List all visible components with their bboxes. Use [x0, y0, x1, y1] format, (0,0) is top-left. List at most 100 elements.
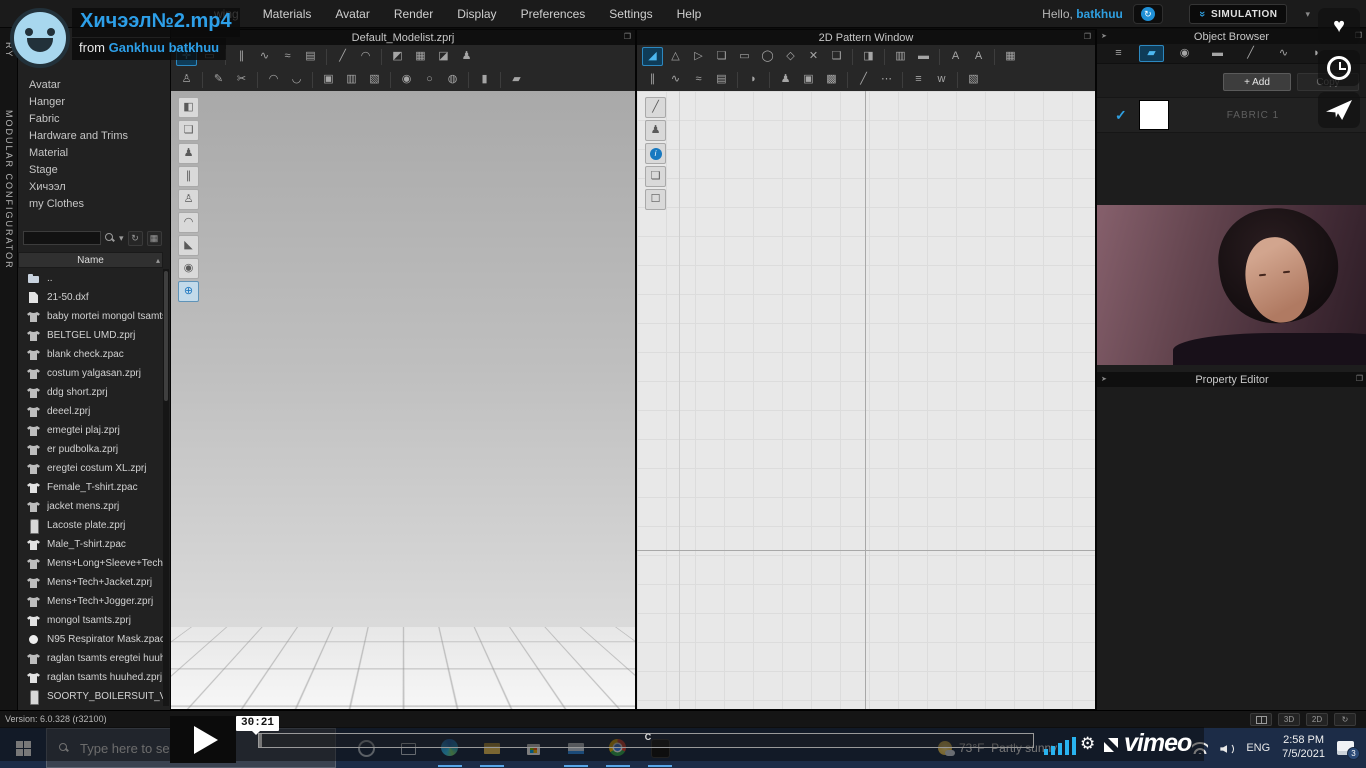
file-row[interactable]: Male_T-shirt.zpac	[18, 535, 163, 554]
popout-window-icon[interactable]: ❐	[1084, 32, 1091, 41]
cloud-sync-button[interactable]: ↻	[1133, 4, 1163, 24]
arrange-tool[interactable]: ◩	[387, 47, 408, 66]
file-row[interactable]: mongol tsamts.zprj	[18, 611, 163, 630]
speaker-icon[interactable]	[1220, 742, 1234, 754]
show-avatar-toggle[interactable]: ♙	[178, 189, 199, 210]
shirring-tool[interactable]: w	[931, 70, 952, 89]
lib-cat-avatar[interactable]: Avatar	[18, 76, 170, 93]
render-style-toggle[interactable]: ◧	[178, 97, 199, 118]
library-scrollbar[interactable]	[163, 269, 169, 706]
sewing-tool-2d[interactable]: ∥	[642, 70, 663, 89]
show-fit-map-toggle[interactable]: ♟	[178, 143, 199, 164]
free-sewing-tool[interactable]: ∿	[254, 47, 275, 66]
pleats-tool[interactable]: ◠	[263, 70, 284, 89]
menu-help[interactable]: Help	[677, 7, 702, 21]
flattening-tool[interactable]: ◡	[286, 70, 307, 89]
rectangle-tool[interactable]: ▭	[734, 47, 755, 66]
menu-avatar[interactable]: Avatar	[335, 7, 369, 21]
file-row[interactable]: raglan tsamts eregtei huuhed.	[18, 649, 163, 668]
pattern-outline-tool[interactable]: ❑	[826, 47, 847, 66]
edit-topstitch-tool[interactable]: ⋯	[876, 70, 897, 89]
lib-cat-hardware-and-trims[interactable]: Hardware and Trims	[18, 127, 170, 144]
fold-arrangement-tool[interactable]: ◪	[433, 47, 454, 66]
simulation-button[interactable]: » SIMULATION	[1189, 4, 1288, 24]
library-search-input[interactable]	[23, 231, 101, 245]
file-row[interactable]: er pudbolka.zprj	[18, 440, 163, 459]
menu-preferences[interactable]: Preferences	[521, 7, 586, 21]
taskbar-clock[interactable]: 2:58 PM 7/5/2021	[1282, 734, 1325, 762]
show-garment-2d-toggle[interactable]: ♟	[645, 120, 666, 141]
fullscreen-icon[interactable]	[1104, 738, 1118, 752]
video-title[interactable]: Хичээл№2.mp4	[80, 10, 232, 32]
button-tool[interactable]: ◉	[396, 70, 417, 89]
file-row[interactable]: Mens+Tech+Jogger.zprj	[18, 592, 163, 611]
file-row[interactable]: baby mortei mongol tsamts.zp	[18, 307, 163, 326]
tab-topstitch[interactable]: ▬	[1205, 45, 1230, 62]
menu-display[interactable]: Display	[457, 7, 496, 21]
sewing-machine-tool-2d[interactable]: ▤	[711, 70, 732, 89]
file-parent-dir[interactable]: ..	[18, 269, 163, 288]
lock-pattern-toggle[interactable]: ☐	[645, 189, 666, 210]
pattern-text-tool[interactable]: A	[968, 47, 989, 66]
file-row[interactable]: eregtei costum XL.zprj	[18, 459, 163, 478]
show-cloth-texture-toggle[interactable]: ◣	[178, 235, 199, 256]
video-author-link[interactable]: Gankhuu batkhuu	[109, 40, 220, 55]
show-sewing-toggle[interactable]: ∥	[178, 166, 199, 187]
action-center-icon[interactable]: 3	[1337, 741, 1354, 755]
tack-on-avatar-tool[interactable]: ✎	[208, 70, 229, 89]
viewport-2d[interactable]	[637, 91, 1095, 709]
pattern-annotation-tool[interactable]: A	[945, 47, 966, 66]
file-row[interactable]: 21-50.dxf	[18, 288, 163, 307]
tab-puckering[interactable]: ∿	[1271, 45, 1296, 62]
share-button[interactable]	[1318, 92, 1360, 128]
lib-cat-khicheel[interactable]: Хичээл	[18, 178, 170, 195]
file-row[interactable]: BELTGEL UMD.zprj	[18, 326, 163, 345]
player-settings-gear-icon[interactable]: ⚙	[1080, 734, 1095, 754]
file-row[interactable]: deeel.zprj	[18, 402, 163, 421]
fabric-color-tool[interactable]: ▣	[798, 70, 819, 89]
modular-configurator-tab[interactable]: MODULAR CONFIGURATOR	[4, 110, 14, 270]
name-column-header[interactable]: Name ▴	[18, 252, 163, 268]
zipper-tool[interactable]: ▮	[474, 70, 495, 89]
fasten-button-tool[interactable]: ◍	[442, 70, 463, 89]
pin-tool[interactable]: ╱	[332, 47, 353, 66]
popout-window-icon[interactable]: ❐	[1356, 374, 1363, 383]
tack-brush-tool[interactable]: ✂	[231, 70, 252, 89]
show-garment-fit-tool[interactable]: ♟	[775, 70, 796, 89]
fit-to-avatar-tool[interactable]: ♟	[456, 47, 477, 66]
search-filter-caret-icon[interactable]: ▾	[119, 233, 124, 244]
tab-stitch[interactable]: ╱	[1238, 45, 1263, 62]
menu-render[interactable]: Render	[394, 7, 433, 21]
transform-pattern-tool[interactable]: ◢	[642, 47, 663, 66]
show-info-toggle[interactable]: i	[645, 143, 666, 164]
pen-tablet-tool[interactable]: ╱	[645, 97, 666, 118]
lib-cat-my-clothes[interactable]: my Clothes	[18, 195, 170, 212]
vimeo-logo[interactable]: vimeo	[1124, 729, 1191, 758]
dock-arrow-icon[interactable]: ➤	[1101, 375, 1107, 383]
file-row[interactable]: Female_T-shirt.zpac	[18, 478, 163, 497]
sewing-machine-tool[interactable]: ▤	[300, 47, 321, 66]
steam-iron-tool[interactable]: ◗	[743, 70, 764, 89]
lib-cat-material[interactable]: Material	[18, 144, 170, 161]
play-button[interactable]	[170, 716, 236, 763]
arrangement-points-tool[interactable]: ▦	[410, 47, 431, 66]
uploader-avatar[interactable]	[10, 8, 70, 68]
grading-tool[interactable]: ▦	[1000, 47, 1021, 66]
watch-later-button[interactable]	[1318, 50, 1360, 86]
file-row[interactable]: Mens+Tech+Jacket.zprj	[18, 573, 163, 592]
file-row[interactable]: blank check.zpac	[18, 345, 163, 364]
show-environment-globe-toggle[interactable]: ⊕	[178, 281, 199, 302]
fabric-tile-tool[interactable]: ▩	[821, 70, 842, 89]
volume-control[interactable]	[1044, 736, 1076, 755]
polygon-tool[interactable]: ❏	[711, 47, 732, 66]
view-2d-button[interactable]: 2D	[1306, 713, 1328, 726]
show-arrangement-toggle[interactable]: ◠	[178, 212, 199, 233]
file-row[interactable]: emegtei plaj.zprj	[18, 421, 163, 440]
file-row[interactable]: Mens+Long+Sleeve+Tech+T-	[18, 554, 163, 573]
tab-button[interactable]: ◉	[1172, 45, 1197, 62]
view-3d-button[interactable]: 3D	[1278, 713, 1300, 726]
edit-point-tool[interactable]: ▷	[688, 47, 709, 66]
pin-brush-tool[interactable]: ◠	[355, 47, 376, 66]
like-button[interactable]: ♥	[1318, 8, 1360, 44]
file-row[interactable]: jacket mens.zprj	[18, 497, 163, 516]
